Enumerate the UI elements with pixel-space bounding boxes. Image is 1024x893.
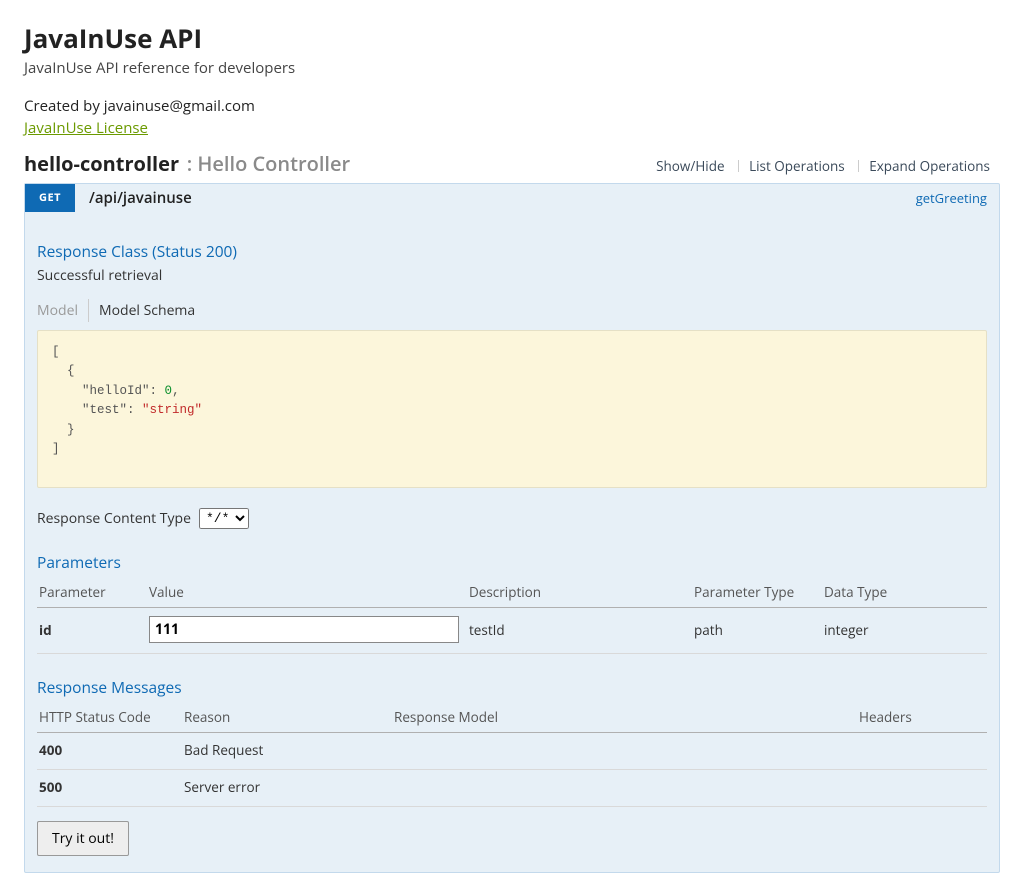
response-row: 400 Bad Request	[37, 733, 987, 770]
response-reason: Bad Request	[182, 733, 392, 770]
col-value: Value	[147, 579, 467, 608]
created-by: Created by javainuse@gmail.com	[24, 96, 1000, 116]
schema-value-test: "string"	[142, 403, 202, 417]
response-status: 400	[37, 733, 182, 770]
controller-header: hello-controller : Hello Controller Show…	[24, 146, 1000, 183]
controller-name[interactable]: hello-controller	[24, 150, 179, 177]
tab-model[interactable]: Model	[37, 299, 89, 322]
response-messages-table: HTTP Status Code Reason Response Model H…	[37, 704, 987, 807]
param-description: testId	[467, 608, 692, 654]
parameters-table: Parameter Value Description Parameter Ty…	[37, 579, 987, 654]
tab-model-schema[interactable]: Model Schema	[99, 299, 195, 322]
response-headers	[857, 770, 987, 807]
parameters-title: Parameters	[37, 551, 987, 573]
response-content-type-select[interactable]: */*	[199, 508, 249, 529]
parameters-header-row: Parameter Value Description Parameter Ty…	[37, 579, 987, 608]
responses-header-row: HTTP Status Code Reason Response Model H…	[37, 704, 987, 733]
param-value-input[interactable]	[149, 616, 459, 643]
col-headers: Headers	[857, 704, 987, 733]
col-param-type: Parameter Type	[692, 579, 822, 608]
operation-body: Response Class (Status 200) Successful r…	[25, 212, 999, 872]
param-type: path	[692, 608, 822, 654]
operation-header[interactable]: GET /api/javainuse getGreeting	[25, 184, 999, 212]
response-model	[392, 733, 857, 770]
show-hide-link[interactable]: Show/Hide	[646, 160, 734, 172]
response-messages-title: Response Messages	[37, 676, 987, 698]
param-name: id	[37, 608, 147, 654]
controller-actions: Show/Hide List Operations Expand Operati…	[646, 157, 1000, 175]
response-model	[392, 770, 857, 807]
col-parameter: Parameter	[37, 579, 147, 608]
license-link[interactable]: JavaInUse License	[24, 118, 148, 138]
col-http-status: HTTP Status Code	[37, 704, 182, 733]
operation-id[interactable]: getGreeting	[916, 189, 999, 207]
param-data-type: integer	[822, 608, 987, 654]
response-class-description: Successful retrieval	[37, 266, 987, 285]
response-headers	[857, 733, 987, 770]
schema-value-helloId: 0	[165, 384, 173, 398]
col-reason: Reason	[182, 704, 392, 733]
col-data-type: Data Type	[822, 579, 987, 608]
response-content-type-label: Response Content Type	[37, 509, 191, 528]
api-title: JavaInUse API	[24, 20, 1000, 56]
try-it-out-button[interactable]: Try it out!	[37, 821, 129, 856]
expand-operations-link[interactable]: Expand Operations	[858, 160, 1000, 172]
response-status: 500	[37, 770, 182, 807]
response-reason: Server error	[182, 770, 392, 807]
parameter-row: id testId path integer	[37, 608, 987, 654]
schema-tabs: Model Model Schema	[37, 299, 987, 322]
model-schema-box[interactable]: [ { "helloId": 0, "test": "string" } ]	[37, 330, 987, 488]
operation-block: GET /api/javainuse getGreeting Response …	[24, 183, 1000, 873]
list-operations-link[interactable]: List Operations	[738, 160, 855, 172]
col-response-model: Response Model	[392, 704, 857, 733]
http-method-badge: GET	[25, 184, 75, 212]
operation-path[interactable]: /api/javainuse	[75, 188, 916, 208]
response-class-title: Response Class (Status 200)	[37, 240, 987, 262]
response-row: 500 Server error	[37, 770, 987, 807]
response-content-type-row: Response Content Type */*	[37, 508, 987, 529]
api-subtitle: JavaInUse API reference for developers	[24, 58, 1000, 78]
controller-description: : Hello Controller	[187, 150, 350, 177]
col-description: Description	[467, 579, 692, 608]
